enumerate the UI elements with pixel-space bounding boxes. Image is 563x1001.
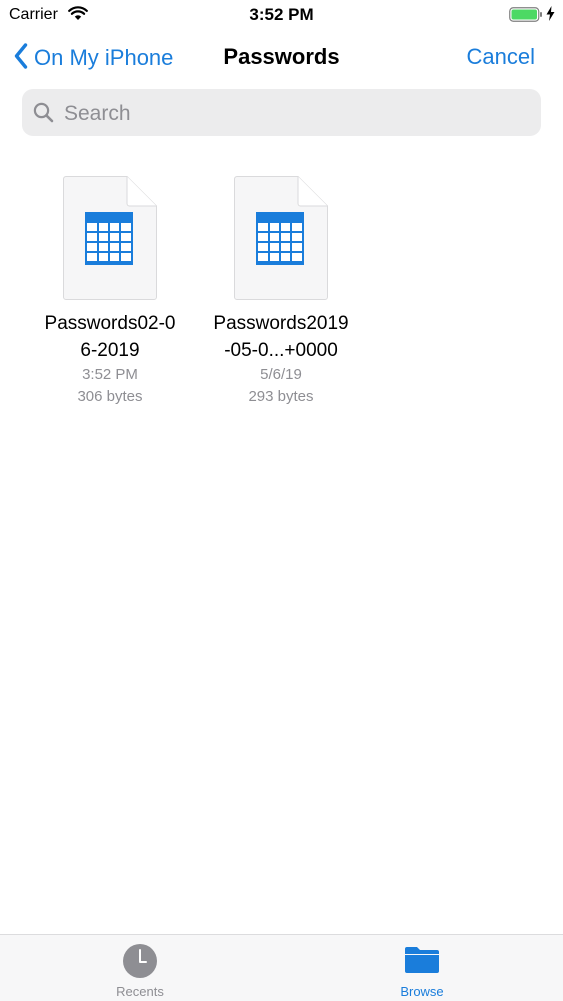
file-size: 306 bytes (77, 388, 143, 405)
spreadsheet-icon (63, 176, 157, 300)
spreadsheet-icon (234, 176, 328, 300)
file-item[interactable]: Passwords02-0 6-2019 3:52 PM 306 bytes (25, 176, 195, 408)
file-item[interactable]: Passwords2019 -05-0...+0000 5/6/19 293 b… (196, 176, 366, 408)
cancel-button[interactable]: Cancel (467, 44, 535, 70)
file-date: 5/6/19 (260, 366, 302, 383)
tab-browse-label: Browse (400, 984, 444, 999)
chevron-left-icon (14, 42, 28, 74)
search-bar[interactable] (22, 89, 541, 136)
back-button-label: On My iPhone (34, 45, 174, 70)
status-bar: Carrier 3:52 PM (0, 0, 563, 30)
tab-recents-label: Recents (116, 984, 164, 999)
folder-icon (404, 943, 440, 980)
search-icon (33, 102, 54, 128)
file-size: 293 bytes (248, 388, 314, 405)
file-name: Passwords2019 -05-0...+0000 (213, 313, 349, 361)
tab-recents[interactable]: Recents (80, 935, 200, 1001)
tab-bar: Recents Browse (0, 934, 563, 1001)
battery-icon (509, 7, 543, 27)
status-clock: 3:52 PM (249, 5, 314, 24)
tab-browse[interactable]: Browse (362, 935, 482, 1001)
search-input[interactable] (62, 97, 526, 130)
charging-icon (546, 6, 555, 26)
clock-icon (122, 943, 158, 984)
navigation-bar: On My iPhone Passwords Cancel (0, 30, 563, 86)
page-title: Passwords (223, 44, 340, 69)
back-button[interactable]: On My iPhone (14, 40, 173, 76)
file-name: Passwords02-0 6-2019 (44, 313, 176, 361)
file-date: 3:52 PM (82, 366, 138, 383)
